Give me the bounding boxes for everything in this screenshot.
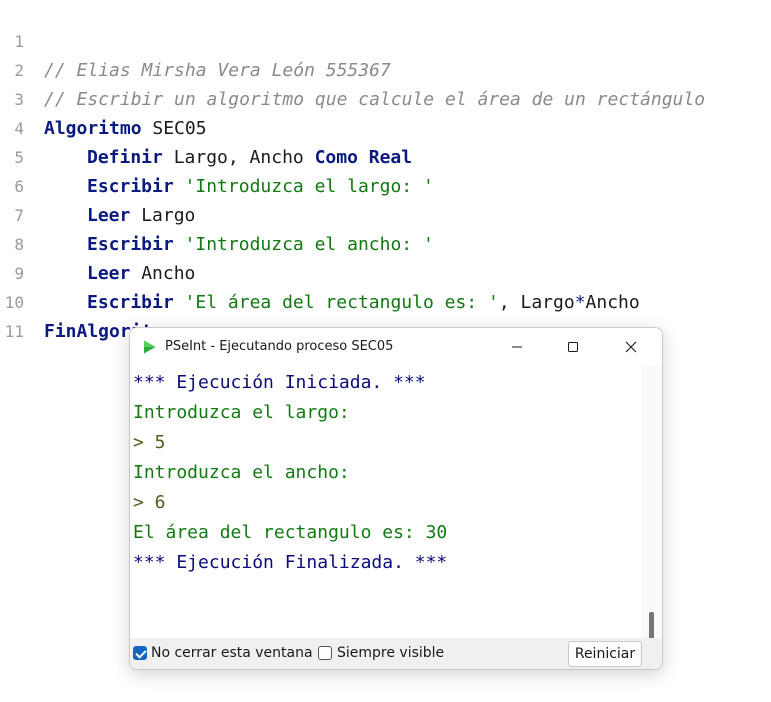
close-button[interactable] xyxy=(608,328,654,366)
code-line: 9 Escribir 'El área del rectangulo es: '… xyxy=(0,230,639,313)
keep-open-label[interactable]: No cerrar esta ventana xyxy=(151,638,313,669)
code-line: 7 Escribir 'Introduzca el ancho: ' xyxy=(0,172,433,255)
keyword: Escribir xyxy=(87,292,174,313)
keyword: Leer xyxy=(87,205,131,226)
console-line: Introduzca el ancho: xyxy=(133,462,350,483)
console-scrollbar[interactable] xyxy=(642,366,662,646)
maximize-icon xyxy=(568,342,578,352)
code-line: 10 FinAlgoritmo xyxy=(0,259,174,342)
code-line: 4 Definir Largo, Ancho Como Real xyxy=(0,85,412,168)
console-line: *** Ejecución Finalizada. *** xyxy=(133,552,448,573)
operator: * xyxy=(574,292,586,313)
window-bottom-bar: No cerrar esta ventana Siempre visible R… xyxy=(130,638,662,669)
window-titlebar[interactable]: PSeInt - Ejecutando proceso SEC05 xyxy=(130,328,662,366)
identifier: Ancho xyxy=(585,292,640,313)
keyword: Definir xyxy=(87,147,163,168)
code-line: 8 Leer Ancho xyxy=(0,201,195,284)
console-line: > 6 xyxy=(133,492,166,513)
string-literal: 'Introduzca el largo: ' xyxy=(184,176,434,197)
code-line: 3 Algoritmo SEC05 xyxy=(0,56,206,139)
keyword: Leer xyxy=(87,263,131,284)
line-number: 11 xyxy=(4,322,24,341)
console-line: El área del rectangulo es: 30 xyxy=(133,522,448,543)
comment: // Escribir un algoritmo que calcule el … xyxy=(44,89,706,110)
code-line: 6 Leer Largo xyxy=(0,143,195,226)
code-line: 5 Escribir 'Introduzca el largo: ' xyxy=(0,114,433,197)
keyword: Como Real xyxy=(314,147,413,168)
minimize-button[interactable] xyxy=(494,328,540,366)
execution-window[interactable]: PSeInt - Ejecutando proceso SEC05 *** Ej… xyxy=(129,327,663,670)
code-line: 11 xyxy=(0,288,43,341)
keyword: Escribir xyxy=(87,176,174,197)
maximize-button[interactable] xyxy=(550,328,596,366)
identifier: Largo xyxy=(130,205,196,226)
string-literal: 'Introduzca el ancho: ' xyxy=(184,234,434,255)
identifier: , Largo xyxy=(498,292,575,313)
keep-open-checkbox[interactable] xyxy=(133,646,147,660)
code-line: 2 // Escribir un algoritmo que calcule e… xyxy=(0,27,705,110)
always-visible-checkbox[interactable] xyxy=(318,646,332,660)
keyword: Algoritmo xyxy=(44,118,142,139)
console-line: Introduzca el largo: xyxy=(133,402,350,423)
always-visible-label[interactable]: Siempre visible xyxy=(337,638,444,669)
console-line: *** Ejecución Iniciada. *** xyxy=(133,372,426,393)
identifier: SEC05 xyxy=(141,118,207,139)
restart-button[interactable]: Reiniciar xyxy=(568,641,642,667)
pseint-play-icon xyxy=(141,339,157,355)
string-literal: 'El área del rectangulo es: ' xyxy=(184,292,499,313)
identifier: Ancho xyxy=(130,263,196,284)
identifier: Largo, Ancho xyxy=(162,147,315,168)
close-icon xyxy=(625,341,637,353)
console-line: > 5 xyxy=(133,432,166,453)
console-output[interactable]: *** Ejecución Iniciada. *** Introduzca e… xyxy=(130,366,642,636)
window-title: PSeInt - Ejecutando proceso SEC05 xyxy=(165,339,394,354)
comment: // Elias Mirsha Vera León 555367 xyxy=(44,60,391,81)
code-line: 1 // Elias Mirsha Vera León 555367 xyxy=(0,0,390,81)
keyword: Escribir xyxy=(87,234,174,255)
minimize-icon xyxy=(512,346,522,348)
